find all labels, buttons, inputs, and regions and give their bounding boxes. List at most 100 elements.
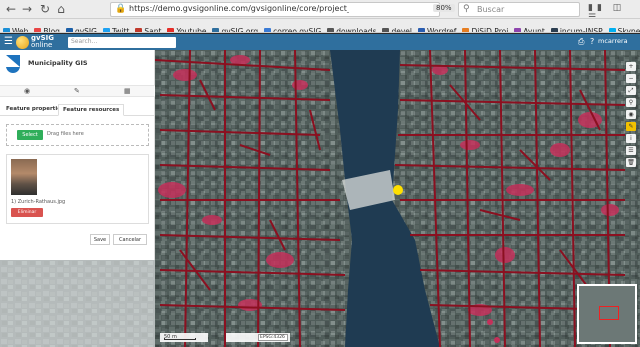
bookmark-favicon-icon [167, 28, 175, 32]
info-icon[interactable]: i [626, 134, 636, 143]
bookmark-item[interactable]: gvSIG.org [209, 25, 261, 33]
user-menu[interactable]: mcarrera [598, 37, 628, 45]
logo-ball [16, 36, 29, 49]
bookmark-label: Youtube [176, 27, 207, 33]
scale-line [164, 338, 196, 340]
edit-icon[interactable]: ✎ [626, 122, 636, 131]
search-icon[interactable]: ⚲ [626, 98, 636, 107]
bookmark-item[interactable]: devel [379, 25, 415, 33]
browser-search-field[interactable]: ⚲ Buscar [458, 2, 580, 17]
expand-icon[interactable]: ⤢ [626, 86, 636, 95]
bookmark-label: correo gvSIG [273, 27, 322, 33]
address-bar-row: ← → ↻ ⌂ 🔒 https://demo.gvsigonline.com/g… [0, 0, 640, 23]
trash-icon[interactable]: 🗑 [626, 158, 636, 167]
help-icon[interactable]: ? [590, 37, 594, 46]
resource-filename: 1) Zurich-Rathaus.jpg [11, 199, 66, 205]
bookmark-label: Blog [43, 27, 60, 33]
layers-icon[interactable]: ☰ [626, 146, 636, 155]
resource-item: 1) Zurich-Rathaus.jpg Eliminar [6, 154, 149, 224]
bookmark-label: devel [391, 27, 412, 33]
search-icon: ⚲ [463, 4, 470, 14]
bookmark-item[interactable]: Web [0, 25, 31, 32]
delete-resource-button[interactable]: Eliminar [11, 208, 43, 217]
url-text: https://demo.gvsigonline.com/gvsigonline… [129, 4, 349, 13]
bookmark-label: Wordref [426, 27, 457, 33]
save-button[interactable]: Save [90, 234, 110, 245]
bookmark-item[interactable]: Ayunt [511, 25, 548, 33]
drag-hint: Drag files here [47, 131, 84, 137]
app-header: ☰ gvSIG online Search... ⎙ ? mcarrera [0, 34, 640, 50]
bookmark-favicon-icon [462, 28, 470, 32]
panel-subtabs: Feature properties Feature resources [0, 102, 155, 116]
bookmark-favicon-icon [135, 28, 143, 32]
bookmark-favicon-icon [102, 28, 110, 32]
bookmark-label: Ayunt [523, 27, 545, 33]
app-search-input[interactable]: Search... [68, 37, 176, 48]
logo-line2: online [31, 41, 53, 49]
plus-icon[interactable]: + [626, 62, 636, 71]
panel-icon-tabs: ◉ ✎ ▦ [0, 85, 155, 97]
bookmark-item[interactable]: Blog [31, 25, 63, 33]
zoom-indicator[interactable]: 80% [433, 4, 455, 12]
layers-tab-icon[interactable]: ◉ [24, 87, 30, 95]
forward-icon[interactable]: → [20, 2, 34, 16]
tab-feature-resources[interactable]: Feature resources [58, 104, 125, 116]
crs-select[interactable]: EPSG:4326 [258, 334, 288, 341]
app-search-placeholder: Search... [71, 38, 98, 45]
bookmark-item[interactable]: incum-INSP [548, 25, 606, 33]
coordinate-control: EPSG:4326 [226, 333, 290, 342]
bookmark-label: incum-INSP [559, 27, 603, 33]
bookmark-favicon-icon [34, 28, 42, 32]
bookmark-favicon-icon [608, 28, 616, 32]
overview-extent [599, 306, 619, 320]
resource-thumbnail[interactable] [11, 159, 37, 195]
bookmark-favicon-icon [514, 28, 522, 32]
bookmark-favicon-icon [212, 28, 220, 32]
bookmark-label: Twitt [111, 27, 130, 33]
bookmark-label: Sant [144, 27, 162, 33]
bookmark-favicon-icon [264, 28, 272, 32]
bookmark-label: gvSIG [74, 27, 97, 33]
bookmark-favicon-icon [550, 28, 558, 32]
bookmark-label: gvSIG.org [221, 27, 259, 33]
browser-window: ← → ↻ ⌂ 🔒 https://demo.gvsigonline.com/g… [0, 0, 640, 347]
bookmark-label: Skype error [617, 27, 640, 33]
bookmark-item[interactable]: Skype error [606, 25, 640, 33]
map-toolbar: + − ⤢ ⚲ ◉ ✎ i ☰ 🗑 [625, 62, 637, 170]
bookmarks-bar: Web Blog gvSIG Twitt Sant Youtube gvSIG.org cor… [0, 19, 640, 33]
bookmark-item[interactable]: Twitt [100, 25, 132, 33]
reload-icon[interactable]: ↻ [38, 2, 52, 16]
overview-map[interactable] [577, 284, 637, 344]
municipality-shield-icon [6, 55, 20, 73]
back-icon[interactable]: ← [4, 2, 18, 16]
bookmark-item[interactable]: Sant [132, 25, 164, 33]
bookmark-label: downloads [336, 27, 377, 33]
menu-icon[interactable]: ☰ [4, 36, 13, 47]
cancel-button[interactable]: Cancelar [113, 234, 147, 245]
bookmark-favicon-icon [3, 28, 10, 32]
panel-title: Municipality GIS [28, 59, 88, 67]
bookmark-item[interactable]: gvSIG [63, 25, 100, 33]
table-tab-icon[interactable]: ▦ [124, 87, 131, 95]
gvsig-logo: gvSIG online [16, 34, 64, 50]
bookmark-item[interactable]: DiSiD Proj [459, 25, 511, 33]
bookmark-favicon-icon [382, 28, 390, 32]
bookmark-favicon-icon [417, 28, 425, 32]
bookmark-item[interactable]: downloads [324, 25, 379, 33]
feature-panel: Municipality GIS ◉ ✎ ▦ Feature propertie… [0, 50, 155, 260]
url-field[interactable]: 🔒 https://demo.gvsigonline.com/gvsigonli… [110, 2, 455, 17]
select-file-button[interactable]: Select [17, 130, 43, 140]
scale-bar: 50 m [160, 333, 208, 342]
bookmark-favicon-icon [65, 28, 73, 32]
minus-icon[interactable]: − [626, 74, 636, 83]
location-icon[interactable]: ◉ [626, 110, 636, 119]
home-icon[interactable]: ⌂ [54, 2, 68, 16]
file-dropzone[interactable]: Select Drag files here [6, 124, 149, 146]
bookmark-item[interactable]: Youtube [164, 25, 209, 33]
edit-tab-icon[interactable]: ✎ [74, 87, 80, 95]
bookmark-item[interactable]: Wordref [415, 25, 459, 33]
bookmark-item[interactable]: correo gvSIG [261, 25, 324, 33]
lock-icon: 🔒 [115, 4, 127, 14]
bookmark-label: DiSiD Proj [471, 27, 509, 33]
print-icon[interactable]: ⎙ [578, 37, 584, 47]
